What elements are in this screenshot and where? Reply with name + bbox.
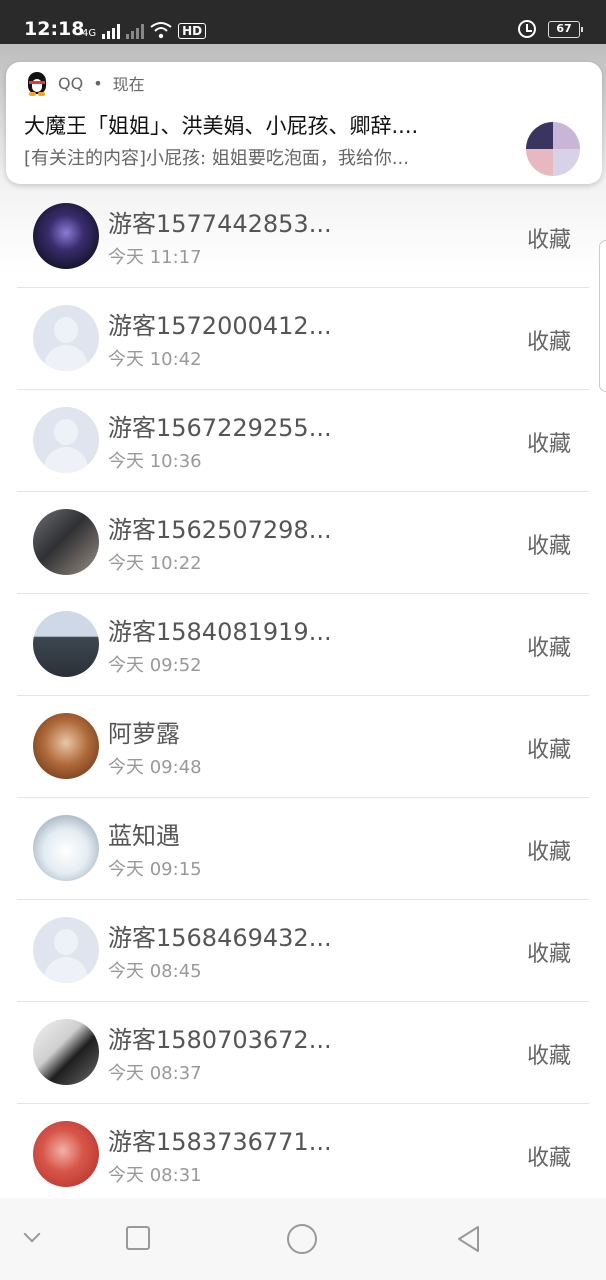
signal-icon (102, 23, 121, 39)
recents-button[interactable] (124, 1224, 154, 1254)
visit-time: 今天 08:31 (108, 1165, 202, 1186)
avatar[interactable] (33, 305, 99, 371)
avatar[interactable] (33, 713, 99, 779)
favorite-button[interactable]: 收藏 (527, 426, 571, 458)
home-button[interactable] (287, 1224, 317, 1254)
notification-time: 现在 (112, 75, 145, 94)
favorite-button[interactable]: 收藏 (527, 1038, 571, 1070)
avatar[interactable] (33, 203, 99, 269)
visitor-name: 蓝知遇 (108, 822, 180, 850)
group-avatar (526, 122, 580, 176)
edge-panel-handle[interactable] (599, 240, 606, 392)
visit-time: 今天 09:15 (108, 859, 202, 880)
visitor-row[interactable]: 游客1562507298... 今天 10:22 收藏 (17, 492, 589, 594)
notification-separator: • (93, 73, 103, 93)
avatar[interactable] (33, 509, 99, 575)
alarm-icon (518, 20, 536, 38)
visitor-row[interactable]: 蓝知遇今天 09:15 收藏 (17, 798, 589, 900)
navigation-bar (0, 1198, 606, 1280)
visitor-name: 游客1583736771... (108, 1128, 332, 1156)
visit-time: 今天 09:48 (108, 757, 202, 778)
visitor-row[interactable]: 游客1583736771... 今天 08:31 收藏 (17, 1104, 589, 1206)
visit-time: 今天 09:52 (108, 655, 202, 676)
favorite-button[interactable]: 收藏 (527, 1140, 571, 1172)
favorite-button[interactable]: 收藏 (527, 222, 571, 254)
visitor-name: 游客1567229255... (108, 414, 332, 442)
favorite-button[interactable]: 收藏 (527, 834, 571, 866)
status-time: 12:18 (24, 18, 85, 40)
avatar[interactable] (33, 611, 99, 677)
visit-time: 今天 10:22 (108, 553, 202, 574)
favorite-button[interactable]: 收藏 (527, 528, 571, 560)
avatar[interactable] (33, 1121, 99, 1187)
avatar[interactable] (33, 917, 99, 983)
avatar[interactable] (33, 815, 99, 881)
favorite-button[interactable]: 收藏 (527, 324, 571, 356)
visitor-row[interactable]: 游客1577442853... 今天 11:17 收藏 (17, 186, 589, 288)
visitor-name: 游客1572000412... (108, 312, 332, 340)
notification-text: [有关注的内容]小屁孩: 姐姐要吃泡面，我给你... (24, 148, 409, 169)
signal-2-icon (126, 23, 145, 39)
avatar[interactable] (33, 1019, 99, 1085)
visitor-name: 阿萝露 (108, 720, 180, 748)
visitor-name: 游客1577442853... (108, 210, 332, 238)
notification-header: QQ • 现在 (26, 70, 145, 96)
visitor-row[interactable]: 游客1568469432... 今天 08:45 收藏 (17, 900, 589, 1002)
chevron-down-icon[interactable] (20, 1224, 50, 1254)
favorite-button[interactable]: 收藏 (527, 936, 571, 968)
status-icons: 4G HD (82, 19, 207, 39)
favorite-button[interactable]: 收藏 (527, 630, 571, 662)
visit-time: 今天 08:37 (108, 1063, 202, 1084)
battery-icon: 67 (548, 20, 583, 38)
notification-app-name: QQ (58, 73, 84, 93)
network-type: 4G (82, 28, 97, 39)
favorite-button[interactable]: 收藏 (527, 732, 571, 764)
visitor-row[interactable]: 游客1572000412... 今天 10:42 收藏 (17, 288, 589, 390)
visitor-name: 游客1562507298... (108, 516, 332, 544)
qq-penguin-icon (26, 70, 48, 96)
visit-time: 今天 10:36 (108, 451, 202, 472)
visitor-list: 游客1577442853... 今天 11:17 收藏 游客1572000412...… (0, 186, 606, 1206)
visitor-name: 游客1584081919... (108, 618, 332, 646)
notification-title: 大魔王「姐姐」、洪美娟、小屁孩、卿辞.... (24, 114, 419, 138)
qq-notification[interactable]: QQ • 现在 大魔王「姐姐」、洪美娟、小屁孩、卿辞.... [有关注的内容]小… (6, 62, 602, 184)
status-right: 67 (518, 20, 583, 38)
hd-icon: HD (178, 23, 207, 39)
back-button[interactable] (454, 1224, 484, 1254)
visitor-name: 游客1568469432... (108, 924, 332, 952)
visit-time: 今天 11:17 (108, 247, 202, 268)
wifi-icon (150, 22, 172, 39)
visitor-name: 游客1580703672... (108, 1026, 332, 1054)
visitor-row[interactable]: 阿萝露今天 09:48 收藏 (17, 696, 589, 798)
visit-time: 今天 10:42 (108, 349, 202, 370)
visitor-row[interactable]: 游客1567229255... 今天 10:36 收藏 (17, 390, 589, 492)
visitor-row[interactable]: 游客1584081919... 今天 09:52 收藏 (17, 594, 589, 696)
visit-time: 今天 08:45 (108, 961, 202, 982)
visitor-row[interactable]: 游客1580703672... 今天 08:37 收藏 (17, 1002, 589, 1104)
avatar[interactable] (33, 407, 99, 473)
